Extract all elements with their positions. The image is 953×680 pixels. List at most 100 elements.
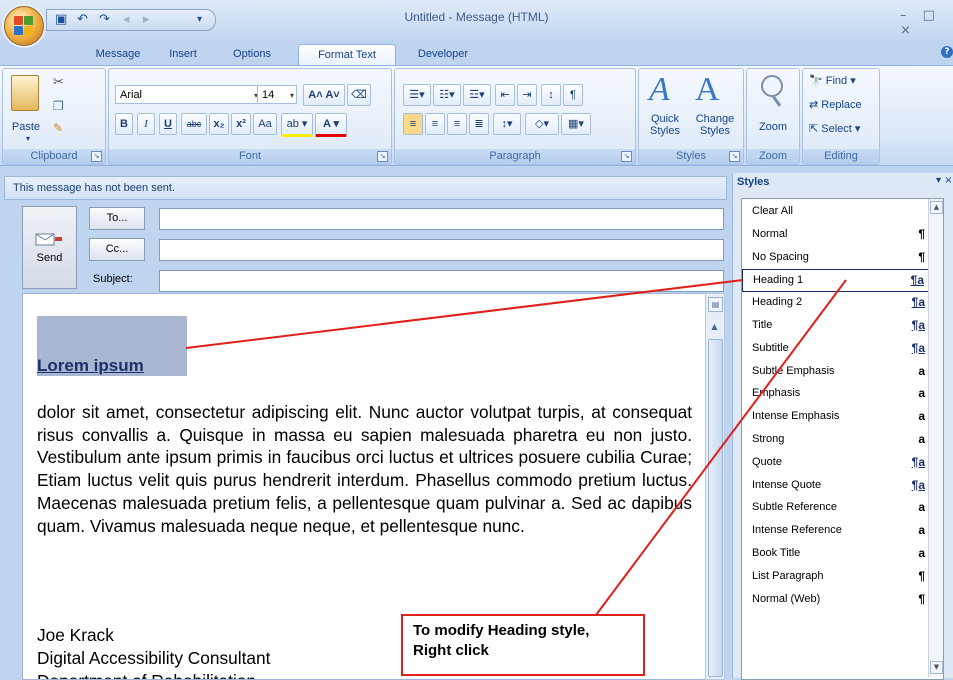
tab-developer[interactable]: Developer (403, 44, 483, 65)
style-item-intense-quote[interactable]: Intense Quote ¶a (742, 475, 929, 498)
undo-icon[interactable]: ↶ (77, 10, 88, 30)
back-icon[interactable]: ◂ (123, 10, 130, 30)
style-item-normal-web[interactable]: Normal (Web) ¶ (742, 589, 929, 612)
line-spacing-icon[interactable]: ↕▾ (493, 113, 521, 135)
cc-button[interactable]: Cc... (89, 238, 145, 261)
scroll-thumb[interactable] (708, 339, 723, 677)
clipboard-group: Paste ▾ ✂ ❐ ✎ Clipboard ↘ (2, 68, 106, 165)
style-item-quote[interactable]: Quote ¶a (742, 452, 929, 475)
font-family-select[interactable]: Arial ▾ (115, 85, 261, 104)
styles-scroll-down-icon[interactable]: ▼ (930, 661, 943, 674)
numbering-icon[interactable]: ☷▾ (433, 84, 461, 106)
to-field[interactable] (159, 208, 724, 230)
subject-field[interactable] (159, 270, 724, 292)
style-item-heading-2[interactable]: Heading 2 ¶a (742, 292, 929, 315)
decrease-indent-icon[interactable]: ⇤ (495, 84, 515, 106)
justify-icon[interactable]: ≣ (469, 113, 489, 135)
style-item-label: Subtle Reference (752, 501, 837, 514)
to-button[interactable]: To... (89, 207, 145, 230)
style-item-emphasis[interactable]: Emphasis a (742, 383, 929, 406)
grow-shrink-font-button[interactable]: A˄ A˅ (303, 84, 345, 106)
quick-styles-button[interactable]: Quick Styles (639, 113, 691, 137)
highlight-button[interactable]: ab ▾ (281, 113, 313, 137)
zoom-button[interactable]: Zoom (747, 121, 799, 133)
align-right-icon[interactable]: ≡ (447, 113, 467, 135)
align-left-icon[interactable]: ≡ (403, 113, 423, 135)
align-center-icon[interactable]: ≡ (425, 113, 445, 135)
underline-button[interactable]: U (159, 113, 177, 135)
styles-scrollbar[interactable]: ▲ ▼ (928, 199, 943, 677)
select-button[interactable]: ⇱ Select ▾ (809, 122, 860, 135)
clear-formatting-icon[interactable]: ⌫ (347, 84, 371, 106)
style-item-clear-all[interactable]: Clear All (742, 201, 929, 224)
paragraph-launcher-icon[interactable]: ↘ (621, 151, 632, 162)
show-formatting-icon[interactable]: ¶ (563, 84, 583, 106)
styles-scroll-up-icon[interactable]: ▲ (930, 201, 943, 214)
bold-button[interactable]: B (115, 113, 133, 135)
find-button[interactable]: 🔭 Find ▾ (809, 74, 856, 87)
strikethrough-button[interactable]: abc (181, 113, 207, 135)
font-color-button[interactable]: A ▾ (315, 113, 347, 137)
styles-pane-menu-icon[interactable]: ▾ × (936, 175, 953, 186)
replace-button[interactable]: ⇄ Replace (809, 98, 862, 111)
change-styles-icon[interactable]: A (695, 71, 720, 109)
bullets-icon[interactable]: ☰▾ (403, 84, 431, 106)
multilevel-list-icon[interactable]: ☲▾ (463, 84, 491, 106)
customize-toolbar-icon[interactable]: ▾ (197, 10, 202, 30)
paste-label[interactable]: Paste (5, 121, 47, 133)
superscript-button[interactable]: x² (231, 113, 251, 135)
format-painter-icon[interactable]: ✎ (53, 121, 63, 135)
font-size-select[interactable]: 14 ▾ (257, 85, 297, 104)
character-style-icon: a (918, 432, 925, 446)
sort-icon[interactable]: ↕ (541, 84, 561, 106)
redo-icon[interactable]: ↷ (99, 10, 110, 30)
send-button[interactable]: Send (22, 206, 77, 289)
quick-styles-icon[interactable]: A (649, 71, 670, 109)
clipboard-launcher-icon[interactable]: ↘ (91, 151, 102, 162)
style-item-normal[interactable]: Normal ¶ (742, 224, 929, 247)
paste-dropdown-icon[interactable]: ▾ (24, 133, 32, 145)
subscript-button[interactable]: x₂ (209, 113, 229, 135)
forward-icon[interactable]: ▸ (143, 10, 150, 30)
italic-button[interactable]: I (137, 113, 155, 135)
style-item-title[interactable]: Title ¶a (742, 315, 929, 338)
style-item-intense-reference[interactable]: Intense Reference a (742, 520, 929, 543)
help-icon[interactable]: ? (941, 46, 953, 58)
paragraph-style-icon: ¶ (918, 226, 925, 241)
style-item-no-spacing[interactable]: No Spacing ¶ (742, 247, 929, 270)
linked-style-icon: ¶a (911, 454, 925, 469)
style-item-subtle-emphasis[interactable]: Subtle Emphasis a (742, 361, 929, 384)
styles-launcher-icon[interactable]: ↘ (729, 151, 740, 162)
tab-format-text[interactable]: Format Text (298, 44, 396, 66)
tab-insert[interactable]: Insert (158, 44, 208, 65)
cut-icon[interactable]: ✂ (53, 75, 64, 90)
style-item-intense-emphasis[interactable]: Intense Emphasis a (742, 406, 929, 429)
font-launcher-icon[interactable]: ↘ (377, 151, 388, 162)
cc-field[interactable] (159, 239, 724, 261)
increase-indent-icon[interactable]: ⇥ (517, 84, 537, 106)
tab-message[interactable]: Message (85, 44, 151, 65)
style-item-label: Normal (752, 227, 788, 240)
magnifier-icon[interactable] (761, 75, 783, 97)
style-item-strong[interactable]: Strong a (742, 429, 929, 452)
shading-icon[interactable]: ◇▾ (525, 113, 559, 135)
info-bar: This message has not been sent. (4, 176, 727, 200)
style-item-subtle-reference[interactable]: Subtle Reference a (742, 497, 929, 520)
body-scrollbar[interactable]: ▤ ▲ (705, 293, 725, 680)
tab-options[interactable]: Options (220, 44, 284, 65)
change-styles-button[interactable]: Change Styles (689, 113, 741, 137)
heading-text[interactable]: Lorem ipsum (37, 356, 144, 376)
style-item-book-title[interactable]: Book Title a (742, 543, 929, 566)
paste-icon[interactable] (11, 75, 39, 111)
copy-icon[interactable]: ❐ (53, 99, 64, 113)
borders-icon[interactable]: ▦▾ (561, 113, 591, 135)
save-icon[interactable]: ▣ (55, 10, 67, 30)
change-case-button[interactable]: Aa (253, 113, 277, 135)
style-item-list-paragraph[interactable]: List Paragraph ¶ (742, 566, 929, 589)
style-item-heading-1[interactable]: Heading 1 ¶a (742, 269, 929, 293)
style-item-subtitle[interactable]: Subtitle ¶a (742, 338, 929, 361)
scroll-up-icon[interactable]: ▲ (708, 320, 721, 333)
ruler-toggle-icon[interactable]: ▤ (708, 297, 723, 312)
body-paragraph[interactable]: dolor sit amet, consectetur adipiscing e… (37, 401, 692, 537)
window-controls[interactable]: – □ × (900, 8, 953, 38)
